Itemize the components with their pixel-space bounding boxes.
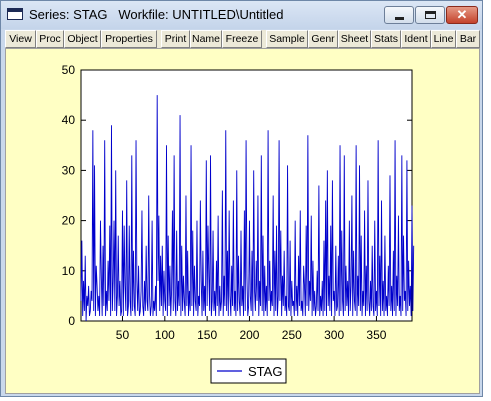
x-tick-label: 350 bbox=[366, 328, 386, 342]
sample-button[interactable]: Sample bbox=[266, 30, 308, 48]
minimize-icon bbox=[395, 17, 404, 20]
x-tick-label: 300 bbox=[324, 328, 344, 342]
window-title: Series: STAG Workfile: UNTITLED\Untitled bbox=[29, 7, 284, 22]
series-window: Series: STAG Workfile: UNTITLED\Untitled… bbox=[0, 0, 483, 397]
title-bar[interactable]: Series: STAG Workfile: UNTITLED\Untitled… bbox=[1, 1, 482, 29]
genr-button[interactable]: Genr bbox=[308, 30, 338, 48]
close-icon: ✕ bbox=[456, 7, 468, 22]
bar-button[interactable]: Bar bbox=[456, 30, 480, 48]
minimize-button[interactable] bbox=[384, 6, 414, 24]
x-tick-label: 150 bbox=[197, 328, 217, 342]
graph-area: 0 10 20 30 40 50 50 100 150 200 250 300 350 STAG bbox=[5, 48, 480, 394]
properties-button[interactable]: Properties bbox=[101, 30, 157, 48]
y-tick-label: 30 bbox=[62, 163, 76, 177]
y-tick-label: 0 bbox=[68, 314, 75, 328]
legend: STAG bbox=[210, 358, 287, 384]
maximize-icon bbox=[425, 11, 436, 19]
y-tick-label: 50 bbox=[62, 63, 76, 77]
x-tick-label: 100 bbox=[155, 328, 175, 342]
sheet-button[interactable]: Sheet bbox=[338, 30, 371, 48]
name-button[interactable]: Name bbox=[190, 30, 222, 48]
view-button[interactable]: View bbox=[5, 30, 36, 48]
x-tick-label: 50 bbox=[116, 328, 130, 342]
stats-button[interactable]: Stats bbox=[371, 30, 401, 48]
line-button[interactable]: Line bbox=[431, 30, 456, 48]
ident-button[interactable]: Ident bbox=[401, 30, 431, 48]
y-tick-label: 10 bbox=[62, 264, 76, 278]
y-tick-label: 40 bbox=[62, 113, 76, 127]
legend-label: STAG bbox=[248, 364, 282, 379]
x-tick-label: 250 bbox=[282, 328, 302, 342]
freeze-button[interactable]: Freeze bbox=[222, 30, 262, 48]
line-chart: 0 10 20 30 40 50 50 100 150 200 250 300 350 STAG bbox=[62, 63, 415, 384]
toolbar: View Proc Object Properties Print Name F… bbox=[5, 30, 480, 48]
window-icon bbox=[7, 8, 23, 20]
y-tick-label: 20 bbox=[62, 214, 76, 228]
print-button[interactable]: Print bbox=[161, 30, 190, 48]
proc-button[interactable]: Proc bbox=[36, 30, 64, 48]
maximize-button[interactable] bbox=[415, 6, 445, 24]
x-tick-label: 200 bbox=[239, 328, 259, 342]
close-button[interactable]: ✕ bbox=[446, 6, 478, 24]
object-button[interactable]: Object bbox=[64, 30, 101, 48]
